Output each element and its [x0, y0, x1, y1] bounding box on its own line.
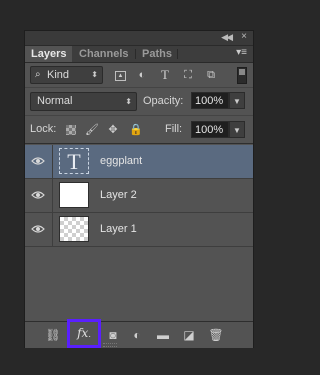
lock-transparency-icon[interactable]	[66, 125, 76, 135]
blend-row: Normal ⬍ Opacity: 100% ▼	[25, 89, 253, 116]
lock-position-icon[interactable]: ✥	[107, 124, 119, 136]
layers-list: T eggplant Layer 2 Layer 1	[25, 145, 253, 321]
lock-all-icon[interactable]: 🔒	[129, 124, 143, 136]
tab-paths[interactable]: Paths	[136, 46, 178, 62]
visibility-divider	[52, 145, 53, 179]
tab-divider	[177, 49, 178, 59]
opacity-label: Opacity:	[143, 95, 184, 107]
layer-row-eggplant[interactable]: T eggplant	[25, 145, 253, 179]
eye-icon[interactable]	[31, 155, 45, 167]
filter-kind-select[interactable]: ⌕ Kind ⬍	[30, 66, 103, 84]
delete-layer-icon[interactable]: 🗑	[208, 327, 224, 343]
shape-filter-icon[interactable]: ⛶	[182, 69, 194, 81]
opacity-input[interactable]: 100%	[191, 92, 229, 109]
link-layers-icon[interactable]: ⛓	[45, 327, 61, 343]
add-mask-icon[interactable]: ◙	[105, 327, 121, 343]
eye-icon[interactable]	[31, 189, 45, 201]
eye-icon[interactable]	[31, 223, 45, 235]
add-layer-style-button[interactable]: fx.	[67, 319, 101, 348]
layers-panel: ◀◀ × Layers Channels Paths ▾≡ ⌕ Kind ⬍ ▲…	[24, 30, 254, 348]
panel-titlebar: ◀◀ ×	[25, 31, 253, 46]
up-down-arrows-icon: ⬍	[125, 97, 132, 106]
new-layer-icon[interactable]: ◪	[181, 327, 197, 343]
up-down-arrows-icon: ⬍	[91, 70, 98, 79]
tab-layers[interactable]: Layers	[25, 46, 73, 62]
panel-resize-grip[interactable]	[103, 343, 117, 347]
collapse-panel-icon[interactable]: ◀◀	[221, 32, 233, 43]
lock-brush-icon[interactable]: 🖌	[85, 124, 99, 136]
image-filter-icon[interactable]: ▲	[115, 71, 126, 81]
panel-tabs: Layers Channels Paths ▾≡	[25, 46, 253, 63]
layer-thumbnail[interactable]	[59, 182, 89, 208]
fill-label: Fill:	[165, 123, 183, 135]
layer-name[interactable]: eggplant	[100, 155, 142, 167]
tab-channels[interactable]: Channels	[73, 46, 135, 62]
filter-kind-label: Kind	[47, 69, 70, 81]
layers-bottom-toolbar: ⛓ fx. ◙ ◐ ▬ ◪ 🗑	[25, 319, 253, 348]
panel-menu-icon[interactable]: ▾≡	[236, 47, 247, 58]
blend-mode-label: Normal	[37, 95, 73, 107]
dropdown-dot-icon: .	[88, 330, 91, 339]
filter-toggle[interactable]	[237, 67, 247, 84]
lock-label: Lock:	[30, 123, 57, 135]
new-group-icon[interactable]: ▬	[155, 327, 171, 343]
opacity-dropdown-button[interactable]: ▼	[229, 92, 245, 109]
filter-row: ⌕ Kind ⬍ ▲ ◐ T ⛶ ⧉	[25, 63, 253, 88]
blend-mode-select[interactable]: Normal ⬍	[30, 92, 137, 111]
layer-name[interactable]: Layer 2	[100, 189, 137, 201]
layer-row-layer-1[interactable]: Layer 1	[25, 213, 253, 247]
new-adjustment-layer-icon[interactable]: ◐	[129, 327, 145, 343]
layer-row-layer-2[interactable]: Layer 2	[25, 179, 253, 213]
visibility-divider	[52, 213, 53, 247]
adjustment-filter-icon[interactable]: ◐	[136, 69, 148, 81]
transparent-layer-thumbnail[interactable]	[59, 216, 89, 242]
fill-dropdown-button[interactable]: ▼	[229, 121, 245, 138]
search-icon: ⌕	[35, 69, 41, 80]
layer-name[interactable]: Layer 1	[100, 223, 137, 235]
close-icon[interactable]: ×	[241, 31, 247, 42]
text-layer-thumbnail[interactable]: T	[59, 148, 89, 174]
fill-input[interactable]: 100%	[191, 121, 229, 138]
fx-icon: fx	[77, 326, 89, 340]
type-filter-icon[interactable]: T	[159, 68, 171, 81]
lock-row: Lock: 🖌 ✥ 🔒 Fill: 100% ▼	[25, 117, 253, 144]
visibility-divider	[52, 179, 53, 213]
smart-object-filter-icon[interactable]: ⧉	[205, 69, 217, 81]
